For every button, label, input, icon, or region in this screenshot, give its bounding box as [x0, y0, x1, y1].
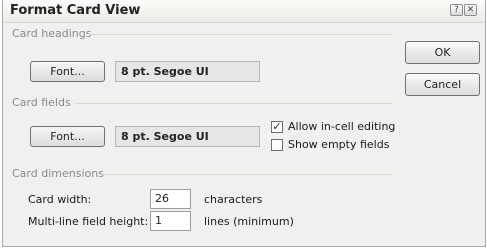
title-bar[interactable]: Format Card View ? ✕ — [3, 0, 485, 23]
card-dimensions-section-label: Card dimensions — [12, 167, 104, 180]
cancel-button[interactable]: Cancel — [405, 73, 480, 96]
multiline-field-height-label: Multi-line field height: — [28, 215, 149, 228]
multiline-field-height-unit: lines (minimum) — [204, 215, 294, 228]
card-headings-font-display: 8 pt. Segoe UI — [115, 61, 260, 82]
ok-button[interactable]: OK — [405, 41, 480, 64]
card-fields-divider — [75, 103, 393, 104]
card-width-unit: characters — [204, 193, 263, 206]
card-fields-font-button[interactable]: Font... — [30, 126, 105, 147]
multiline-field-height-input[interactable]: 1 — [150, 211, 191, 231]
close-icon[interactable]: ✕ — [464, 4, 477, 16]
card-fields-font-display: 8 pt. Segoe UI — [115, 126, 260, 147]
card-width-label: Card width: — [28, 193, 92, 206]
card-headings-divider — [88, 34, 393, 35]
dialog-title: Format Card View — [10, 3, 141, 18]
help-icon[interactable]: ? — [450, 4, 463, 16]
allow-in-cell-editing-checkbox[interactable]: ✓ — [271, 121, 283, 133]
card-headings-section-label: Card headings — [12, 27, 92, 40]
show-empty-fields-label: Show empty fields — [288, 138, 390, 151]
show-empty-fields-checkbox[interactable] — [271, 139, 283, 151]
card-fields-section-label: Card fields — [12, 96, 71, 109]
card-dimensions-divider — [102, 174, 393, 175]
card-headings-font-button[interactable]: Font... — [30, 61, 105, 82]
allow-in-cell-editing-label: Allow in-cell editing — [288, 120, 396, 133]
card-width-input[interactable]: 26 — [150, 189, 191, 209]
format-card-view-dialog: Format Card View ? ✕ Card headings Font.… — [2, 0, 486, 247]
